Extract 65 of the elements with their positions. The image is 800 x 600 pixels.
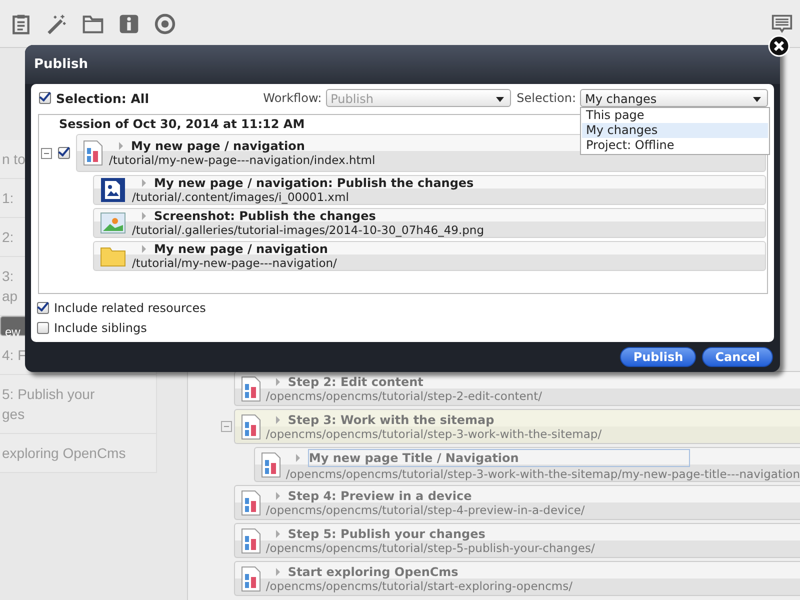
page-icon bbox=[240, 528, 261, 554]
sitemap-item[interactable]: Step 4: Preview in a device /opencms/opencms/tutorial/step-4-preview-in-a-device/ bbox=[234, 485, 800, 520]
item-path: /opencms/opencms/tutorial/start-exploring-opencms/ bbox=[266, 578, 572, 592]
clipboard-icon[interactable] bbox=[10, 12, 32, 34]
page-icon bbox=[240, 414, 261, 440]
checkbox-label: Include siblings bbox=[54, 321, 147, 335]
resource-path: /tutorial/my-new-page---navigation/ bbox=[132, 256, 337, 270]
folder-icon bbox=[100, 245, 126, 267]
checkbox[interactable] bbox=[37, 302, 49, 314]
image-icon bbox=[100, 212, 126, 234]
sidebar-item[interactable]: 5: Publish your ges bbox=[0, 375, 157, 434]
page-icon bbox=[83, 140, 103, 166]
selection-dropdown[interactable]: My changes bbox=[580, 89, 768, 107]
sidebar-item[interactable]: exploring OpenCms bbox=[0, 434, 157, 473]
collapse-toggle-icon[interactable] bbox=[220, 421, 232, 432]
checkbox-label: Include related resources bbox=[54, 301, 206, 315]
target-icon[interactable] bbox=[154, 12, 176, 34]
dropdown-option[interactable]: My changes bbox=[582, 123, 768, 138]
resource-title: My new page / navigation bbox=[131, 139, 305, 153]
magic-wand-icon[interactable] bbox=[46, 12, 68, 34]
resource-path: /tutorial/.galleries/tutorial-images/2014-10-30_07h46_49.png bbox=[132, 223, 484, 237]
item-path: /opencms/opencms/tutorial/step-5-publish-your-changes/ bbox=[266, 540, 595, 554]
sitemap-item[interactable]: Step 3: Work with the sitemap /opencms/opencms/tutorial/step-3-work-with-the-sitemap/ bbox=[234, 409, 800, 444]
folder-icon[interactable] bbox=[82, 12, 104, 34]
resource-item[interactable]: Screenshot: Publish the changes /tutorial/.galleries/tutorial-images/2014-10-30_07h46_49.png bbox=[93, 208, 766, 238]
dialog-button[interactable]: Cancel bbox=[702, 347, 773, 367]
checkbox-label: Selection: All bbox=[56, 90, 149, 106]
checkbox[interactable] bbox=[58, 147, 70, 159]
item-path: /opencms/opencms/tutorial/step-3-work-with-the-sitemap/ bbox=[266, 426, 602, 440]
item-title: Step 5: Publish your changes bbox=[288, 526, 486, 540]
page-icon bbox=[240, 490, 261, 516]
collapse-toggle-icon[interactable] bbox=[41, 148, 52, 158]
item-title: Step 4: Preview in a device bbox=[288, 488, 472, 502]
sitemap-item[interactable]: Step 2: Edit content /opencms/opencms/tutorial/step-2-edit-content/ bbox=[234, 371, 800, 406]
dropdown-option[interactable]: Project: Offline bbox=[582, 138, 768, 153]
dialog-title: Publish bbox=[25, 45, 780, 84]
checkbox[interactable] bbox=[39, 92, 51, 104]
selection-label: Selection: bbox=[516, 91, 576, 105]
resource-title: My new page / navigation bbox=[154, 242, 328, 256]
sitemap-item[interactable]: Step 5: Publish your changes /opencms/opencms/tutorial/step-5-publish-your-changes/ bbox=[234, 523, 800, 558]
item-title: Step 2: Edit content bbox=[288, 374, 424, 388]
resource-item[interactable]: My new page / navigation: Publish the changes /tutorial/.content/images/i_00001.xml bbox=[93, 175, 766, 205]
workflow-label: Workflow: bbox=[263, 91, 322, 105]
title-input[interactable]: My new page Title / Navigation bbox=[308, 448, 690, 466]
item-title: Step 3: Work with the sitemap bbox=[288, 412, 494, 426]
chat-icon[interactable] bbox=[771, 12, 793, 34]
dropdown-option[interactable]: This page bbox=[582, 108, 768, 123]
page-icon bbox=[240, 566, 261, 592]
resource-title: Screenshot: Publish the changes bbox=[154, 209, 376, 223]
resource-title: My new page / navigation: Publish the changes bbox=[154, 176, 474, 190]
item-path: /opencms/opencms/tutorial/step-2-edit-content/ bbox=[266, 388, 542, 402]
resource-path: /tutorial/my-new-page---navigation/index.html bbox=[109, 153, 376, 167]
item-path: /opencms/opencms/tutorial/step-4-preview-in-a-device/ bbox=[266, 502, 585, 516]
item-title: Start exploring OpenCms bbox=[288, 564, 458, 578]
checkbox[interactable] bbox=[37, 322, 49, 334]
info-icon[interactable] bbox=[118, 12, 140, 34]
page-icon bbox=[240, 376, 261, 402]
item-path: /opencms/opencms/tutorial/step-3-work-with-the-sitemap/my-new-page-title---navigation bbox=[286, 466, 800, 480]
sitemap-item[interactable]: Start exploring OpenCms /opencms/opencms/tutorial/start-exploring-opencms/ bbox=[234, 561, 800, 596]
session-heading: Session of Oct 30, 2014 at 11:12 AM bbox=[59, 117, 305, 133]
image-document-icon bbox=[100, 177, 126, 203]
dialog-button[interactable]: Publish bbox=[620, 347, 696, 367]
resource-path: /tutorial/.content/images/i_00001.xml bbox=[132, 190, 350, 204]
resource-item[interactable]: My new page / navigation /tutorial/my-new-page---navigation/ bbox=[93, 241, 766, 271]
page-icon bbox=[260, 452, 281, 478]
